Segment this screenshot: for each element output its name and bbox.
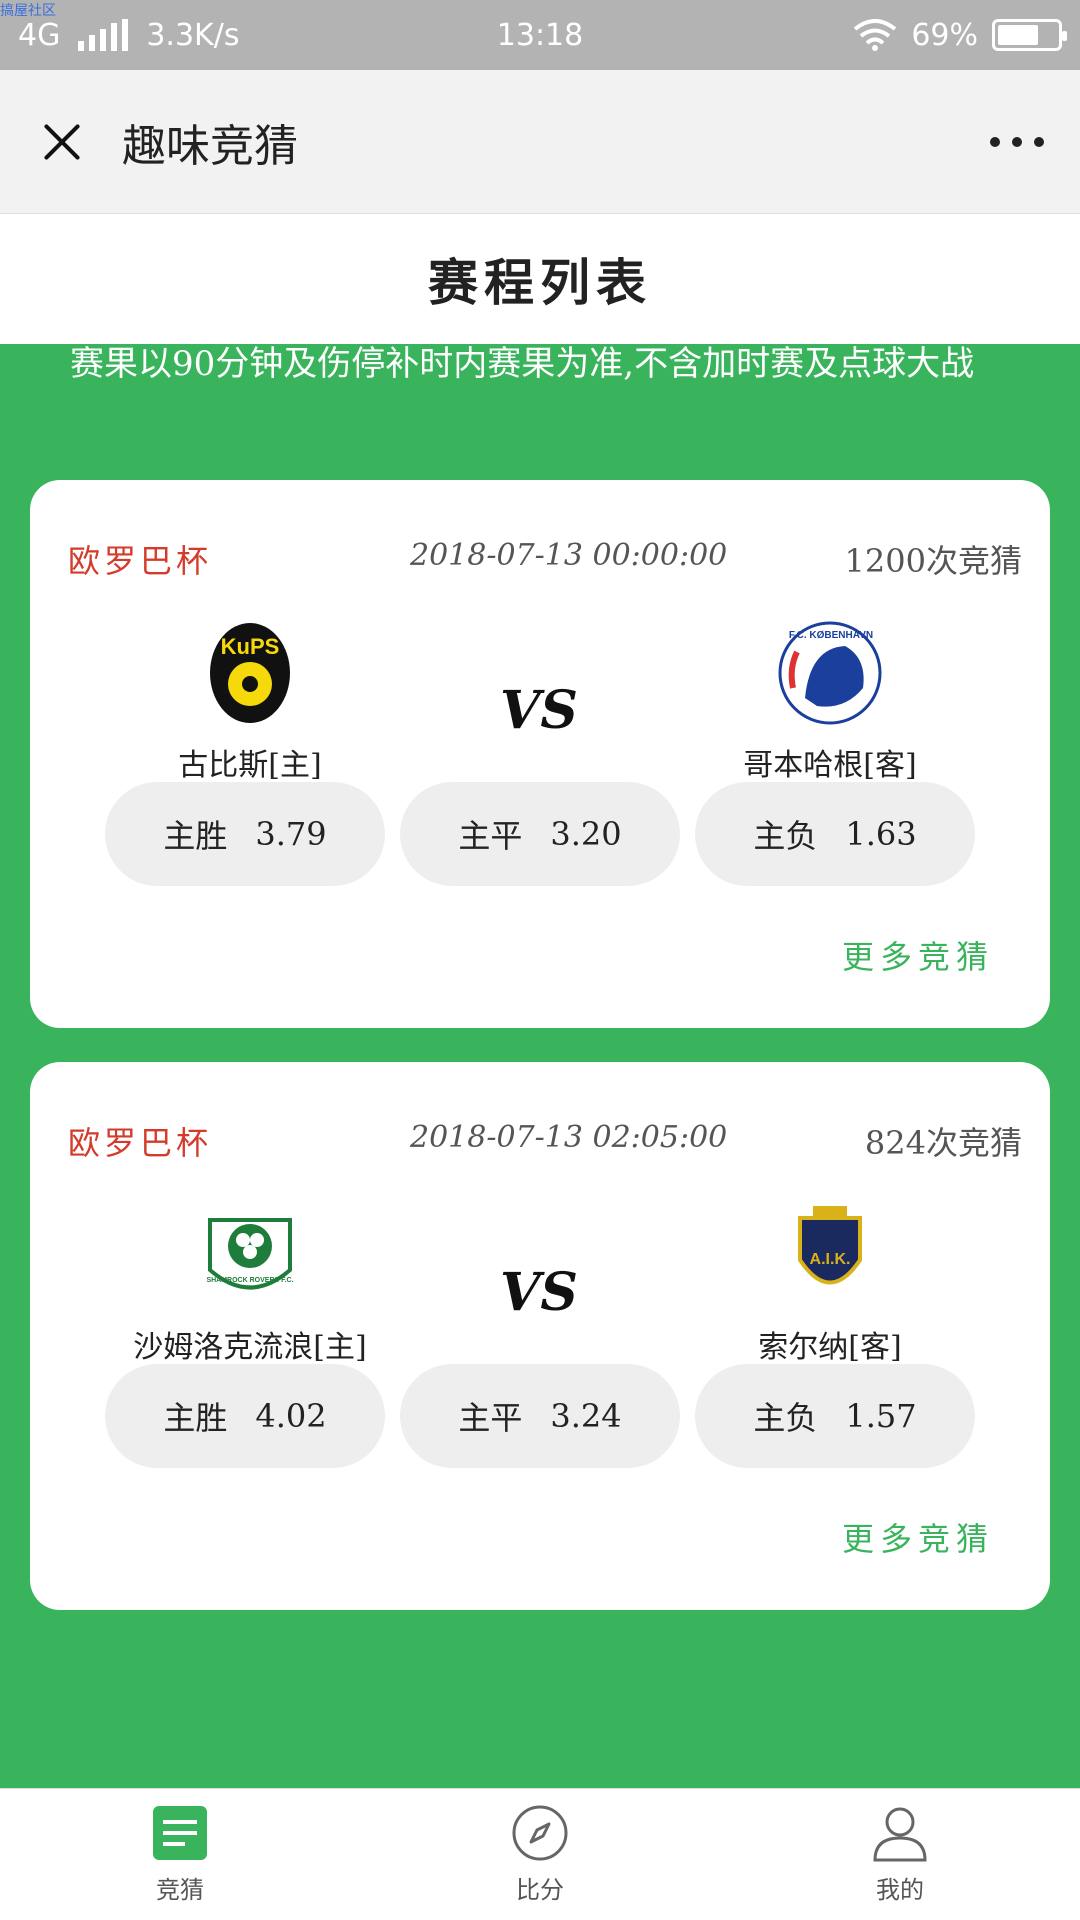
odds-draw-button[interactable]: 主平 3.24 <box>400 1364 680 1468</box>
nav-label: 竞猜 <box>156 1876 204 1904</box>
nav-item-score[interactable]: 比分 <box>360 1789 720 1920</box>
svg-text:A.I.K.: A.I.K. <box>810 1251 851 1268</box>
compass-icon <box>512 1805 568 1861</box>
guess-count: 824次竞猜 <box>864 1124 1022 1162</box>
odds-label: 主负 <box>753 817 818 855</box>
guess-count: 1200次竞猜 <box>844 542 1022 580</box>
odds-value: 3.24 <box>550 1397 622 1435</box>
shamrock-rovers-logo-icon: SHAMROCK ROVERS F.C. <box>206 1218 294 1290</box>
more-guesses-link[interactable]: 更多竞猜 <box>842 932 994 978</box>
odds-value: 3.20 <box>550 815 622 853</box>
odds-label: 主胜 <box>163 817 228 855</box>
away-team: A.I.K. 索尔纳[客] <box>670 1200 990 1366</box>
kups-logo-icon: KuPS <box>210 623 290 723</box>
odds-value: 1.57 <box>845 1397 917 1435</box>
more-guesses-link[interactable]: 更多竞猜 <box>842 1514 994 1560</box>
nav-label: 我的 <box>876 1876 924 1904</box>
more-icon[interactable] <box>990 136 1044 147</box>
league-name: 欧罗巴杯 <box>68 1124 213 1162</box>
list-icon <box>153 1806 207 1860</box>
away-team: F.C. KØBENHAVN 哥本哈根[客] <box>670 618 990 784</box>
battery-icon <box>992 19 1067 51</box>
aik-logo-icon: A.I.K. <box>798 1206 862 1285</box>
odds-home-loss-button[interactable]: 主负 1.63 <box>695 782 975 886</box>
signal-icon <box>78 19 129 51</box>
odds-draw-button[interactable]: 主平 3.20 <box>400 782 680 886</box>
home-team: KuPS 古比斯[主] <box>90 618 410 784</box>
svg-text:F.C. KØBENHAVN: F.C. KØBENHAVN <box>789 630 873 641</box>
odds-home-loss-button[interactable]: 主负 1.57 <box>695 1364 975 1468</box>
home-team-name: 沙姆洛克流浪[主] <box>133 1330 367 1365</box>
match-card: 欧罗巴杯 2018-07-13 00:00:00 1200次竞猜 KuPS 古比… <box>30 480 1050 1028</box>
match-time: 2018-07-13 00:00:00 <box>410 538 728 573</box>
user-icon <box>873 1807 927 1862</box>
nav-item-mine[interactable]: 我的 <box>720 1789 1080 1920</box>
odds-value: 3.79 <box>255 815 327 853</box>
vs-label: VS <box>500 1262 578 1323</box>
nav-item-guess[interactable]: 竞猜 <box>0 1789 360 1920</box>
odds-home-win-button[interactable]: 主胜 4.02 <box>105 1364 385 1468</box>
rules-notice: 赛果以90分钟及伤停补时内赛果为准,不含加时赛及点球大战 <box>70 344 975 384</box>
watermark-text: 搞屋社区 <box>0 3 56 19</box>
schedule-heading: 赛程列表 <box>0 214 1080 344</box>
odds-label: 主平 <box>458 817 523 855</box>
away-team-name: 哥本哈根[客] <box>743 748 917 783</box>
fc-kobenhavn-logo-icon: F.C. KØBENHAVN <box>778 621 882 725</box>
wifi-icon <box>854 19 897 51</box>
home-team: SHAMROCK ROVERS F.C. 沙姆洛克流浪[主] <box>90 1200 410 1366</box>
odds-value: 1.63 <box>845 815 917 853</box>
vs-label: VS <box>500 680 578 741</box>
odds-value: 4.02 <box>255 1397 327 1435</box>
network-speed: 3.3K/s <box>146 17 240 53</box>
title-bar: 趣味竞猜 <box>0 70 1080 214</box>
battery-percent: 69% <box>911 17 978 53</box>
page-title: 趣味竞猜 <box>122 120 298 172</box>
clock: 13:18 <box>496 17 584 53</box>
odds-row: 主胜 4.02 主平 3.24 主负 1.57 <box>105 1364 975 1468</box>
odds-label: 主负 <box>753 1399 818 1437</box>
svg-text:KuPS: KuPS <box>221 634 280 659</box>
match-time: 2018-07-13 02:05:00 <box>410 1120 728 1155</box>
close-icon[interactable] <box>36 117 86 167</box>
odds-row: 主胜 3.79 主平 3.20 主负 1.63 <box>105 782 975 886</box>
home-team-name: 古比斯[主] <box>178 748 322 783</box>
odds-label: 主平 <box>458 1399 523 1437</box>
odds-home-win-button[interactable]: 主胜 3.79 <box>105 782 385 886</box>
match-card: 欧罗巴杯 2018-07-13 02:05:00 824次竞猜 SHAMROCK… <box>30 1062 1050 1610</box>
away-team-name: 索尔纳[客] <box>758 1330 902 1365</box>
network-type: 4G <box>18 17 61 53</box>
odds-label: 主胜 <box>163 1399 228 1437</box>
bottom-nav: 竞猜 比分 我的 <box>0 1788 1080 1920</box>
status-bar: 搞屋社区 4G 3.3K/s 13:18 69% <box>0 0 1080 70</box>
nav-label: 比分 <box>516 1876 564 1904</box>
svg-text:SHAMROCK ROVERS F.C.: SHAMROCK ROVERS F.C. <box>206 1277 293 1284</box>
league-name: 欧罗巴杯 <box>68 542 213 580</box>
